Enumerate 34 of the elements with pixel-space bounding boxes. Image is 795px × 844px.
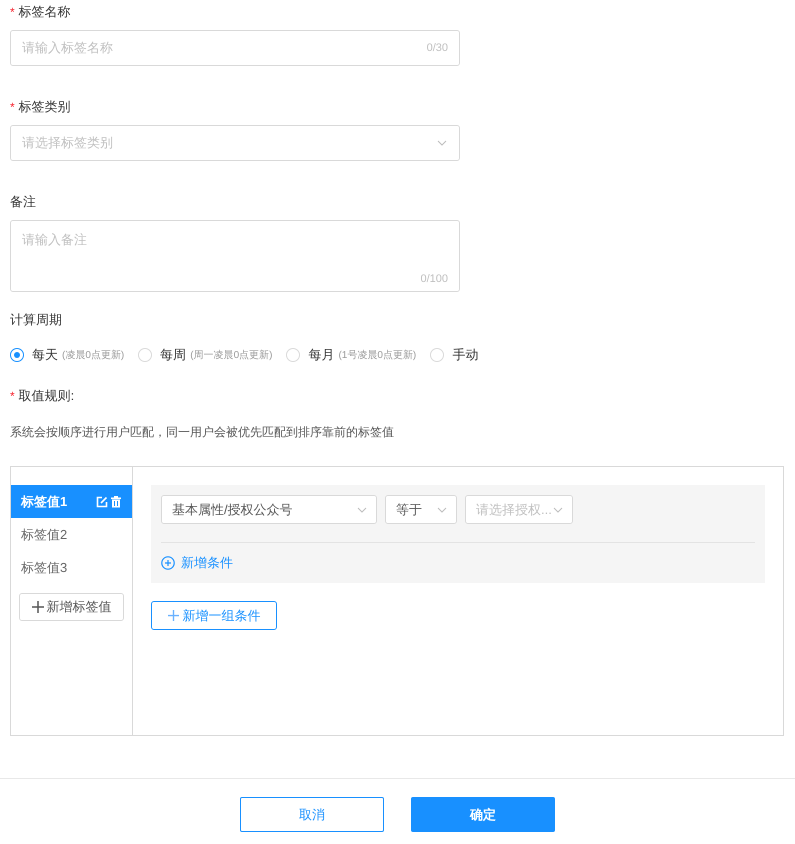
add-tag-value-button[interactable]: 新增标签值 xyxy=(19,593,124,621)
trash-icon[interactable] xyxy=(110,496,122,508)
radio-button[interactable] xyxy=(10,348,24,362)
tag-value-item[interactable]: 标签值3 xyxy=(11,551,132,584)
placeholder-text: 请输入备注 xyxy=(22,231,88,249)
cancel-button[interactable]: 取消 xyxy=(240,797,384,832)
plus-icon xyxy=(168,610,178,621)
field-label: 标签类别 xyxy=(18,98,71,116)
radio-option[interactable]: 手动 xyxy=(430,345,478,365)
field-label: 计算周期 xyxy=(10,311,62,330)
required-mark: * xyxy=(10,99,15,116)
add-group-button[interactable]: 新增一组条件 xyxy=(151,601,277,630)
confirm-button[interactable]: 确定 xyxy=(411,797,555,832)
radio-option[interactable]: 每天 (凌晨0点更新) xyxy=(10,345,124,365)
plus-icon xyxy=(32,601,44,613)
placeholder-text: 请选择标签类别 xyxy=(22,134,113,152)
char-counter: 0/30 xyxy=(426,40,448,56)
field-label: 备注 xyxy=(10,193,36,212)
radio-option[interactable]: 每月 (1号凌晨0点更新) xyxy=(286,345,416,365)
edit-icon[interactable] xyxy=(96,496,108,508)
add-condition-link[interactable]: 新增条件 xyxy=(161,553,233,572)
required-mark: * xyxy=(10,4,15,21)
description-text: 系统会按顺序进行用户匹配，同一用户会被优先匹配到排序靠前的标签值 xyxy=(10,424,395,441)
operator-select[interactable]: 等于 xyxy=(385,495,457,524)
tag-value-item[interactable]: 标签值1 xyxy=(11,485,132,518)
char-counter: 0/100 xyxy=(420,272,448,286)
required-mark: * xyxy=(10,388,15,405)
attribute-select[interactable]: 基本属性/授权公众号 xyxy=(161,495,377,524)
field-label: 标签名称 xyxy=(18,3,71,22)
tag-value-item[interactable]: 标签值2 xyxy=(11,518,132,551)
field-label: 取值规则: xyxy=(18,387,74,406)
placeholder-text: 请输入标签名称 xyxy=(22,39,113,58)
radio-option[interactable]: 每周 (周一凌晨0点更新) xyxy=(138,345,272,365)
plus-circle-icon xyxy=(161,556,175,570)
